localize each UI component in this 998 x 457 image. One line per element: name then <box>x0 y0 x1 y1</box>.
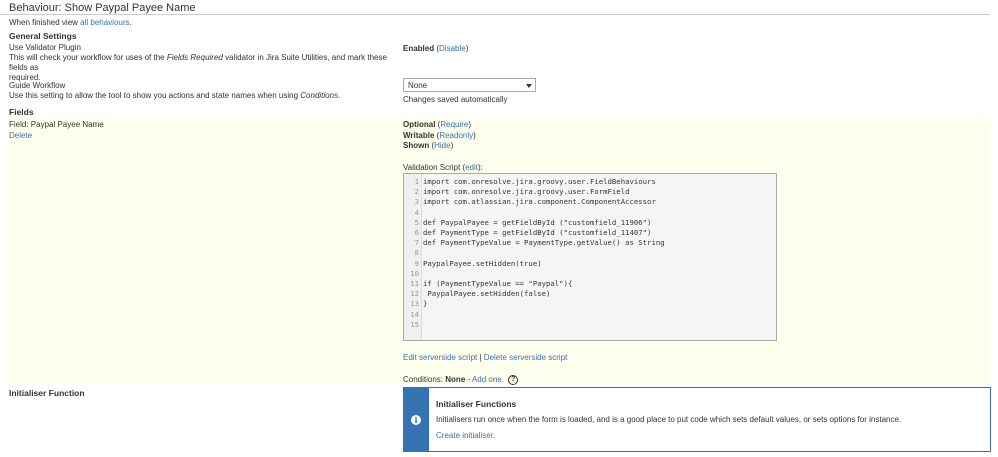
writable-option: Writable (Readonly) <box>403 130 476 140</box>
code-text: import com.onresolve.jira.groovy.user.Fo… <box>423 187 630 197</box>
all-behaviours-link[interactable]: all behaviours <box>80 18 129 27</box>
help-icon[interactable]: ? <box>508 375 519 385</box>
validator-status-value: Enabled <box>403 44 435 53</box>
code-text: PaypalPayee.setHidden(false) <box>423 289 551 299</box>
guide-workflow-label: Guide Workflow <box>9 81 66 90</box>
finished-note: When finished view all behaviours. <box>9 18 132 27</box>
guide-workflow-select[interactable]: None <box>403 78 536 92</box>
require-link[interactable]: Require <box>440 120 468 129</box>
code-text: PaypalPayee.setHidden(true) <box>423 258 542 268</box>
delete-field-link[interactable]: Delete <box>9 131 32 140</box>
info-box-text: Initialisers run once when the form is l… <box>436 415 902 424</box>
validator-label: Use Validator Plugin <box>9 43 81 52</box>
line-number: 11 <box>410 279 419 288</box>
line-number: 15 <box>410 319 419 329</box>
field-options: Optional (Require) Writable (Readonly) S… <box>403 120 476 152</box>
initialiser-heading: Initialiser Function <box>9 388 85 398</box>
info-icon: i <box>411 415 421 425</box>
disable-validator-link[interactable]: Disable <box>439 44 466 53</box>
code-text: def PaypalPayee = getFieldById ("customf… <box>423 217 652 227</box>
conditions-value: None <box>445 375 466 385</box>
code-text: def PaymentTypeValue = PaymentType.getVa… <box>423 238 665 248</box>
line-number: 8 <box>414 248 419 258</box>
delete-serverside-script-link[interactable]: Delete serverside script <box>484 353 568 362</box>
edit-validation-link[interactable]: edit <box>465 163 478 172</box>
conditions-label: Conditions: <box>403 375 444 385</box>
create-initialiser-link[interactable]: Create initialiser. <box>436 431 495 440</box>
validator-setting: Use Validator Plugin This will check you… <box>9 43 401 83</box>
line-number: 13 <box>410 299 419 309</box>
hide-link[interactable]: Hide <box>434 141 450 150</box>
code-editor[interactable]: 1 import com.onresolve.jira.groovy.user.F… <box>403 173 777 341</box>
conditions-row: Conditions: None - Add one. ? <box>403 375 519 385</box>
edit-serverside-script-link[interactable]: Edit serverside script <box>403 353 477 362</box>
line-number: 10 <box>410 268 419 278</box>
chevron-down-icon <box>526 84 532 88</box>
fields-heading: Fields <box>9 107 34 117</box>
guide-workflow-select-value: None <box>408 81 428 90</box>
changes-saved-text: Changes saved automatically <box>403 95 508 104</box>
line-number: 14 <box>410 309 419 319</box>
code-text: def PaymentType = getFieldById ("customf… <box>423 228 652 237</box>
info-box-title: Initialiser Functions <box>436 399 517 409</box>
code-text: import com.atlassian.jira.component.Comp… <box>423 197 656 207</box>
conditions-dash: - <box>467 375 471 385</box>
line-number: 7 <box>414 238 419 248</box>
page-title: Behaviour: Show Paypal Payee Name <box>0 0 990 15</box>
code-text: import com.onresolve.jira.groovy.user.Fi… <box>423 177 656 186</box>
line-number: 5 <box>414 217 419 227</box>
line-number: 1 <box>414 177 419 186</box>
line-number: 2 <box>414 187 419 197</box>
guide-workflow-setting: Guide Workflow Use this setting to allow… <box>9 81 401 101</box>
line-number: 6 <box>414 228 419 237</box>
initialiser-info-box: i Initialiser Functions Initialisers run… <box>403 387 991 452</box>
optional-option: Optional (Require) <box>403 120 472 129</box>
general-settings-heading: General Settings <box>9 31 77 41</box>
field-name: Field: Paypal Payee Name <box>9 120 104 129</box>
code-text: } <box>423 299 428 309</box>
validation-script-label: Validation Script (edit): <box>403 163 483 172</box>
finished-suffix: . <box>129 18 132 27</box>
separator: | <box>479 353 482 362</box>
info-strip: i <box>404 388 429 451</box>
validator-status: Enabled (Disable) <box>403 44 469 53</box>
serverside-script-actions: Edit serverside script | Delete serversi… <box>403 353 567 362</box>
readonly-link[interactable]: Readonly <box>439 131 473 140</box>
guide-workflow-description: Use this setting to allow the tool to sh… <box>9 91 341 100</box>
line-number: 4 <box>414 207 419 217</box>
line-number: 12 <box>410 289 419 299</box>
line-number: 9 <box>414 258 419 268</box>
validator-description: This will check your workflow for uses o… <box>9 53 387 72</box>
shown-option: Shown (Hide) <box>403 141 454 150</box>
code-text: if (PaymentTypeValue == "Paypal"){ <box>423 279 573 288</box>
finished-text: When finished view <box>9 18 81 27</box>
line-number: 3 <box>414 197 419 207</box>
add-condition-link[interactable]: Add one. <box>472 375 504 384</box>
